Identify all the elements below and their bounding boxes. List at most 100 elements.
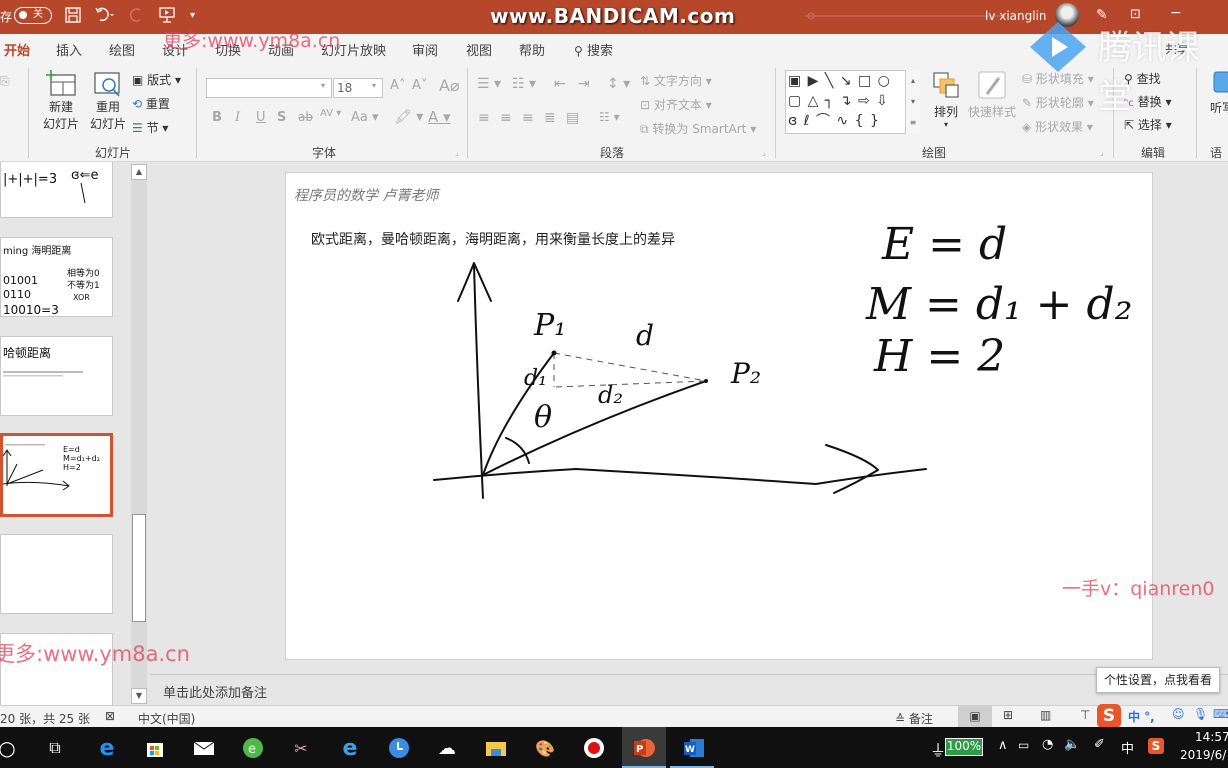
tab-home[interactable]: 开始: [4, 40, 31, 66]
slide-canvas[interactable]: 程序员的数学 卢菁老师 欧式距离，曼哈顿距离，海明距离，用来衡量长度上的差异 P…: [285, 172, 1153, 660]
font-dialog-launcher[interactable]: ⌟: [455, 148, 459, 157]
scrollbar-thumb[interactable]: [132, 514, 146, 622]
ime-indicator[interactable]: 中: [1121, 738, 1134, 757]
increase-indent-icon[interactable]: ⇥: [578, 76, 590, 92]
slide-thumbnail[interactable]: 哈顿距离: [0, 336, 113, 416]
minimize-icon[interactable]: −: [1170, 5, 1182, 21]
language-indicator[interactable]: 中文(中国): [138, 710, 195, 727]
slide-thumbnail[interactable]: |+|+|=3 ɞ⇐e: [0, 162, 113, 218]
powerpoint-taskbar-button[interactable]: P: [622, 727, 666, 768]
drawing-dialog-launcher[interactable]: ⌟: [1100, 148, 1104, 157]
360-browser-icon[interactable]: e: [240, 735, 266, 761]
present-from-start-icon[interactable]: [158, 6, 176, 28]
file-explorer-icon[interactable]: [483, 735, 509, 761]
clock-time[interactable]: 14:57: [1195, 730, 1228, 744]
decrease-indent-icon[interactable]: ⇤: [554, 76, 566, 92]
line-spacing-icon[interactable]: ↕ ▾: [607, 76, 630, 92]
text-direction-button[interactable]: ⇅ 文字方向 ▾: [640, 72, 712, 89]
slide-thumbnail-active[interactable]: E=d M=d₁+d₂ H=2: [0, 433, 113, 517]
highlight-icon[interactable]: 🖍 ▾: [394, 109, 423, 125]
char-spacing-button[interactable]: AV ▾: [320, 108, 341, 119]
underline-button[interactable]: U: [256, 110, 266, 125]
italic-button[interactable]: I: [235, 110, 240, 125]
clipboard-partial-icon[interactable]: ⎘: [0, 74, 10, 89]
record-icon[interactable]: [581, 735, 607, 761]
microphone-icon[interactable]: 🎙: [1193, 707, 1208, 721]
internet-explorer-icon[interactable]: e: [337, 735, 363, 761]
task-view-icon[interactable]: ⧉: [42, 735, 68, 761]
numbering-icon[interactable]: ☷ ▾: [512, 76, 536, 92]
shape-outline-button[interactable]: ✎ 形状轮廓 ▾: [1022, 94, 1094, 111]
align-center-icon[interactable]: ≡: [500, 110, 512, 126]
align-right-icon[interactable]: ≡: [522, 110, 534, 126]
keyboard-icon[interactable]: ⌨: [1213, 707, 1228, 721]
snipping-tool-icon[interactable]: ✂: [288, 735, 314, 761]
shapes-gallery-scroll[interactable]: ▴ ▾ ≡: [905, 70, 920, 134]
reading-view-icon[interactable]: ▥: [1040, 708, 1051, 722]
justify-icon[interactable]: ≣: [544, 110, 556, 126]
sogou-ime-icon[interactable]: S: [1097, 704, 1121, 728]
bold-button[interactable]: B: [212, 110, 222, 125]
scroll-up-button[interactable]: ▲: [131, 164, 147, 180]
store-icon[interactable]: [142, 735, 168, 761]
battery-tray-icon[interactable]: ▭: [1018, 738, 1029, 752]
tab-insert[interactable]: 插入: [56, 40, 82, 59]
dictate-button[interactable]: 听写: [1210, 70, 1228, 116]
layout-button[interactable]: ▣ 版式 ▾: [132, 71, 181, 88]
shapes-gallery[interactable]: ▣ ▶ ╲ ↘ □ ○ ▢ △ ┐ ↴ ⇨ ⇩ ɞ ℓ ⌒ ∿ { }: [785, 70, 920, 134]
normal-view-icon[interactable]: ▣: [958, 706, 992, 727]
font-name-input[interactable]: [206, 78, 332, 98]
shape-effects-button[interactable]: ◈ 形状效果 ▾: [1022, 118, 1093, 135]
shadow-button[interactable]: S: [277, 110, 286, 125]
ime-chinese-mode[interactable]: 中 °,: [1128, 708, 1155, 725]
increase-font-icon[interactable]: A˄: [390, 78, 405, 93]
change-case-button[interactable]: Aa ▾: [351, 110, 379, 125]
arrange-button[interactable]: 排列 ▾: [929, 70, 963, 129]
convert-smartart-button[interactable]: ⧉ 转换为 SmartArt ▾: [640, 120, 756, 137]
redo-icon[interactable]: [128, 6, 146, 28]
distributed-icon[interactable]: ▤: [566, 110, 579, 126]
decrease-font-icon[interactable]: A˅: [412, 78, 427, 93]
notes-placeholder[interactable]: 单击此处添加备注: [163, 682, 267, 701]
slide-thumbnail[interactable]: [0, 534, 113, 614]
clock-date[interactable]: 2019/6/: [1180, 748, 1226, 762]
section-button[interactable]: ☰ 节 ▾: [132, 119, 168, 136]
shape-fill-button[interactable]: ⛁ 形状填充 ▾: [1022, 70, 1094, 87]
tab-draw[interactable]: 绘图: [109, 40, 135, 59]
select-button[interactable]: ⇱ 选择 ▾: [1124, 116, 1172, 133]
pen-workspace-icon[interactable]: ✐: [1094, 737, 1105, 752]
cortana-icon[interactable]: ○: [0, 735, 20, 761]
clear-formatting-icon[interactable]: A⌀: [439, 76, 460, 95]
sogou-tray-icon[interactable]: S: [1148, 738, 1164, 754]
clock-icon[interactable]: [386, 735, 412, 761]
font-color-icon[interactable]: A ▾: [428, 108, 451, 126]
strikethrough-button[interactable]: ab: [298, 110, 313, 124]
notes-toggle-button[interactable]: ≙ 备注: [895, 710, 933, 727]
emoji-icon[interactable]: ☺: [1172, 707, 1185, 721]
undo-icon[interactable]: [94, 6, 116, 28]
slideshow-view-icon[interactable]: ⊤: [1080, 708, 1090, 722]
show-hidden-icons[interactable]: ∧: [998, 738, 1008, 753]
notes-pane[interactable]: 单击此处添加备注: [150, 674, 1228, 705]
edge-icon[interactable]: e: [94, 735, 120, 761]
tab-search[interactable]: ⚲ 搜索: [574, 40, 613, 59]
align-left-icon[interactable]: ≡: [478, 110, 490, 126]
volume-icon[interactable]: 🔈: [1064, 737, 1080, 752]
wifi-icon[interactable]: ◔: [1042, 737, 1053, 752]
tab-help[interactable]: 帮助: [519, 40, 545, 59]
shapes-row[interactable]: ▢ △ ┐ ↴ ⇨ ⇩: [788, 91, 919, 111]
columns-icon[interactable]: ☷ ▾: [599, 110, 620, 124]
font-size-dropdown-icon[interactable]: ▾: [372, 81, 376, 90]
quick-styles-button[interactable]: 快速样式: [966, 70, 1018, 120]
autosave-toggle[interactable]: 关: [14, 7, 52, 24]
save-icon[interactable]: [64, 6, 82, 28]
slide-thumbnail[interactable]: ming 海明距离 01001 0110 10010=3 相等为0 不等为1 XOR: [0, 237, 113, 317]
slide-sorter-icon[interactable]: ⊞: [1003, 708, 1013, 722]
battery-indicator[interactable]: 100%: [945, 738, 983, 756]
reuse-slides-button[interactable]: 重用 幻灯片: [88, 70, 128, 132]
customize-qat-icon[interactable]: ▾: [190, 10, 195, 21]
shapes-row[interactable]: ▣ ▶ ╲ ↘ □ ○: [788, 71, 919, 91]
mail-icon[interactable]: [191, 735, 217, 761]
reset-button[interactable]: ⟲ 重置: [132, 95, 170, 112]
bullets-icon[interactable]: ☰ ▾: [477, 76, 501, 92]
